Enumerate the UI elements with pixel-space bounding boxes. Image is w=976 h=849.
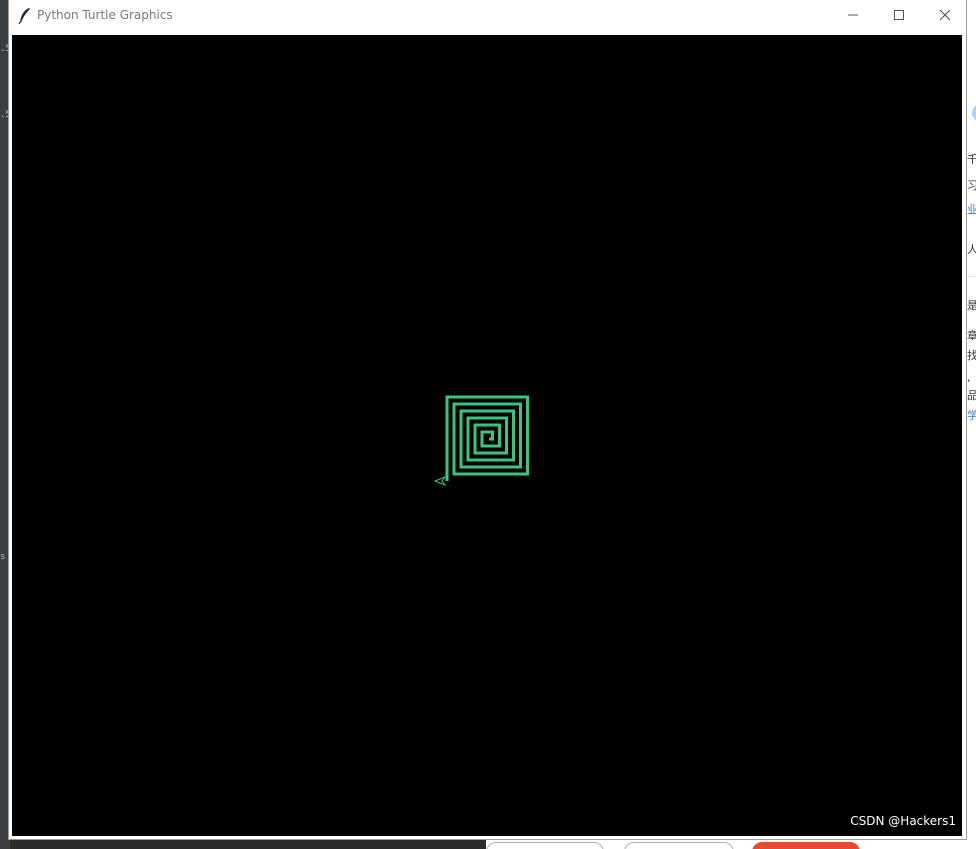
title-bar[interactable]: Python Turtle Graphics — [9, 0, 966, 32]
window-title: Python Turtle Graphics — [37, 8, 173, 22]
turtle-arrow-icon — [433, 475, 447, 487]
minimize-button[interactable] — [830, 0, 876, 30]
turtle-canvas[interactable]: CSDN @Hackers1 — [12, 35, 962, 836]
minimize-icon — [847, 6, 859, 25]
maximize-icon — [893, 6, 905, 25]
background-page-bottom — [486, 838, 976, 849]
square-spiral — [445, 395, 529, 481]
close-icon — [939, 6, 951, 25]
desktop: .51 .52 s 千 习 业 人 是 章 找 , 品 学 Py — [0, 0, 976, 849]
watermark: CSDN @Hackers1 — [850, 814, 956, 828]
turtle-window: Python Turtle Graphics CSDN @Hackers1 — [9, 0, 966, 839]
feather-icon — [17, 7, 33, 25]
spiral-drawing — [433, 395, 529, 487]
close-button[interactable] — [922, 0, 968, 30]
maximize-button[interactable] — [876, 0, 922, 30]
